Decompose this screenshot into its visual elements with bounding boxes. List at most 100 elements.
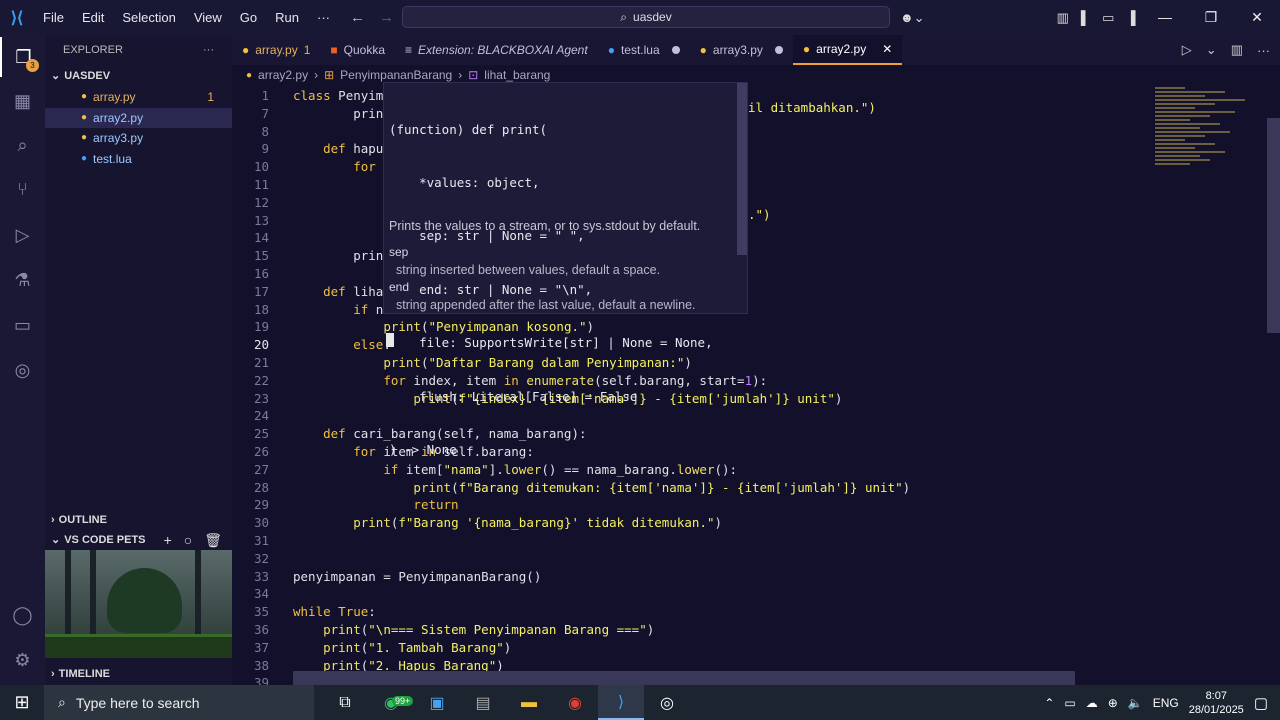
menu-view[interactable]: View	[185, 0, 231, 35]
language-indicator[interactable]: ENG	[1153, 696, 1179, 710]
hover-doc: Prints the values to a stream, or to sys…	[389, 219, 701, 233]
minimize-button[interactable]: —	[1142, 0, 1188, 35]
menu-file[interactable]: File	[34, 0, 73, 35]
delete-pet-icon[interactable]: 🗑	[204, 529, 222, 551]
explorer-more-button[interactable]: ···	[203, 35, 214, 65]
blackbox-icon[interactable]: ◎	[0, 350, 45, 390]
file-array-py[interactable]: ● array.py 1	[45, 87, 232, 108]
menu-run[interactable]: Run	[266, 0, 308, 35]
explorer-icon[interactable]: ❐ 3	[0, 37, 45, 77]
file-test-lua[interactable]: ● test.lua	[45, 149, 232, 170]
network-icon[interactable]: ⊕	[1108, 696, 1118, 710]
vertical-scrollbar[interactable]	[1267, 118, 1280, 333]
tab-quokka[interactable]: ■ Quokka	[320, 35, 395, 65]
throw-ball-icon[interactable]: ○	[184, 529, 192, 551]
add-pet-icon[interactable]: +	[164, 529, 172, 551]
code-line: 32	[232, 550, 1232, 568]
source-control-icon[interactable]: ⑂	[0, 169, 45, 209]
app-icon[interactable]: ▤	[460, 685, 506, 720]
vscode-taskbar-icon[interactable]: ⟩	[598, 685, 644, 720]
code-line: 20 else:	[232, 336, 1232, 354]
restore-button[interactable]: ❐	[1188, 0, 1234, 35]
tab-array2-py[interactable]: ● array2.py ✕	[792, 35, 903, 65]
menu-more[interactable]: ···	[308, 0, 339, 35]
vscode-pets-section[interactable]: ⌄ VS CODE PETS + ○ 🗑	[45, 529, 232, 551]
close-tab-icon[interactable]: ✕	[882, 42, 892, 56]
code-line: 33 penyimpanan = PenyimpananBarang()	[232, 568, 1232, 586]
breadcrumb-method[interactable]: lihat_barang	[484, 68, 550, 82]
line-number: 12	[253, 194, 269, 210]
command-center-search[interactable]: ⌕ uasdev	[402, 6, 890, 28]
menu-go[interactable]: Go	[231, 0, 266, 35]
remote-explorer-icon[interactable]: ▭	[0, 305, 45, 345]
code-line: 35 while True:	[232, 603, 1232, 621]
settings-gear-icon[interactable]: ⚙	[0, 640, 45, 680]
timeline-label: TIMELINE	[58, 668, 111, 680]
breadcrumb-file[interactable]: array2.py	[258, 68, 308, 82]
tab-extension-blackbox[interactable]: ≡ Extension: BLACKBOXAI Agent	[395, 35, 598, 65]
breadcrumb-class[interactable]: PenyimpananBarang	[340, 68, 452, 82]
line-number: 23	[253, 390, 269, 406]
tab-array-py[interactable]: ● array.py 1	[232, 35, 320, 65]
toggle-secondary-sidebar-icon[interactable]: ▐	[1126, 10, 1135, 25]
close-window-button[interactable]: ✕	[1234, 0, 1280, 35]
notifications-icon[interactable]: ▢	[1254, 694, 1268, 712]
show-hidden-icons-icon[interactable]: ⌃	[1044, 696, 1054, 710]
volume-icon[interactable]: 🔈	[1128, 696, 1143, 710]
python-file-icon: ●	[246, 69, 253, 81]
whatsapp-icon[interactable]: ◉ 99+	[368, 685, 414, 720]
back-arrow-icon[interactable]: ←	[350, 9, 365, 26]
run-debug-icon[interactable]: ▷	[0, 215, 45, 255]
clock[interactable]: 8:07 28/01/2025	[1189, 689, 1244, 717]
chrome-icon[interactable]: ◉	[552, 685, 598, 720]
code-line: 29 return	[232, 496, 1232, 514]
line-number: 34	[253, 586, 269, 602]
line-number: 18	[253, 301, 269, 317]
minimap[interactable]	[1155, 85, 1265, 205]
horizontal-scrollbar[interactable]	[293, 671, 1075, 685]
extensions-icon[interactable]: ▦	[0, 81, 45, 121]
code-text: if n	[353, 301, 384, 317]
toggle-panel-icon[interactable]: ▭	[1102, 10, 1114, 26]
timeline-section[interactable]: › TIMELINE	[45, 663, 232, 685]
line-number: 27	[253, 461, 269, 477]
copilot-icon[interactable]: ☻⌄	[900, 10, 925, 26]
forward-arrow-icon[interactable]: →	[379, 9, 394, 26]
hover-scrollbar[interactable]	[737, 83, 747, 255]
account-icon[interactable]: ◯	[0, 595, 45, 635]
line-number: 25	[253, 426, 269, 442]
folder-uasdev[interactable]: ⌄ UASDEV	[45, 65, 232, 87]
line7-tail: il ditambahkan.")	[748, 100, 876, 115]
menu-edit[interactable]: Edit	[73, 0, 113, 35]
menu-selection[interactable]: Selection	[113, 0, 184, 35]
taskbar-search[interactable]: ⌕ Type here to search	[44, 685, 314, 720]
store-icon[interactable]: ▣	[414, 685, 460, 720]
line-number: 7	[261, 105, 269, 121]
windows-start-icon[interactable]: ⊞	[0, 685, 44, 720]
code-line: 36 print("\n=== Sistem Penyimpanan Baran…	[232, 621, 1232, 639]
customize-layout-icon[interactable]: ▥	[1057, 10, 1069, 26]
obs-icon[interactable]: ◎	[644, 685, 690, 720]
search-icon[interactable]: ⌕	[0, 125, 45, 165]
file-explorer-icon[interactable]: ▬	[506, 685, 552, 720]
more-actions-icon[interactable]: ···	[1257, 43, 1270, 58]
outline-section[interactable]: › OUTLINE	[45, 509, 232, 531]
toggle-sidebar-icon[interactable]: ▌	[1081, 10, 1090, 25]
chevron-down-icon[interactable]: ⌄	[1206, 42, 1217, 58]
cloud-icon[interactable]: ☁	[1086, 696, 1098, 710]
forest-tree-trunk	[195, 550, 201, 640]
file-array3-py[interactable]: ● array3.py	[45, 128, 232, 149]
tab-test-lua[interactable]: ● test.lua	[598, 35, 690, 65]
run-file-icon[interactable]: ▷	[1182, 42, 1192, 58]
task-view-icon[interactable]: ⧉	[322, 685, 368, 720]
param-name: end	[389, 280, 410, 294]
signature-line: (function) def print(	[389, 121, 548, 137]
line-number: 26	[253, 444, 269, 459]
split-editor-icon[interactable]: ▥	[1231, 42, 1243, 58]
file-array2-py[interactable]: ● array2.py	[45, 107, 232, 128]
battery-icon[interactable]: ▭	[1064, 696, 1075, 710]
line-number: 8	[261, 123, 269, 139]
testing-icon[interactable]: ⚗	[0, 260, 45, 300]
code-text: else:	[353, 337, 391, 353]
tab-array3-py[interactable]: ● array3.py	[690, 35, 793, 65]
